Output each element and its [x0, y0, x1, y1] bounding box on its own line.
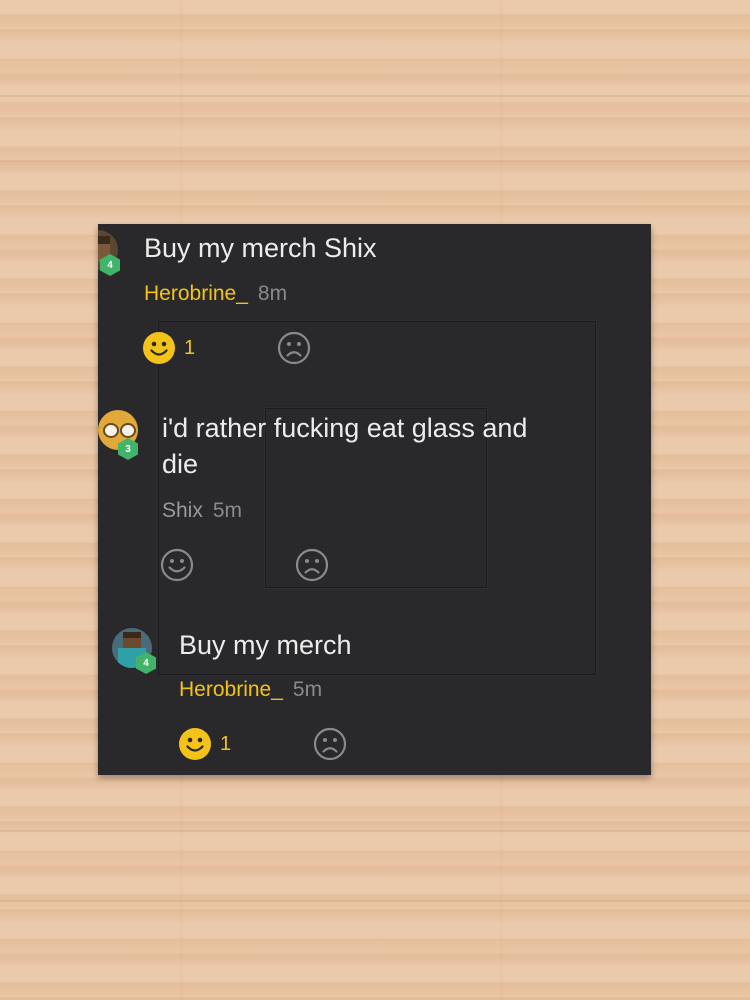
frown-face-icon [277, 331, 311, 365]
dislike-reaction[interactable] [295, 548, 329, 582]
author-name[interactable]: Herobrine_ [144, 282, 248, 305]
timestamp: 5m [212, 499, 243, 522]
comment-meta: Shix 5m [162, 499, 242, 523]
avatar[interactable]: 3 [98, 410, 138, 460]
comment-text: Buy my merch [179, 630, 352, 660]
comment-text-line-1: i'd rather fucking eat glass and [162, 413, 528, 443]
like-reaction[interactable]: 1 [178, 727, 231, 761]
frown-face-icon [313, 727, 347, 761]
frown-face-icon [295, 548, 329, 582]
comment-text: Buy my merch Shix [144, 233, 377, 263]
comment-item: 4 Buy my merch Shix Herobrine_ 8m 1 [98, 224, 651, 374]
comment-meta: Herobrine_ 5m [179, 678, 322, 702]
dislike-reaction[interactable] [277, 331, 311, 365]
timestamp: 5m [292, 678, 323, 701]
comment-meta: Herobrine_ 8m [144, 282, 287, 306]
like-count: 1 [184, 336, 196, 359]
author-name[interactable]: Shix [162, 499, 203, 522]
smiley-face-icon [179, 728, 211, 760]
comment-thread-blanket: 4 Buy my merch Shix Herobrine_ 8m 1 3 i'… [98, 224, 651, 775]
comment-item: 4 Buy my merch Herobrine_ 5m 1 [98, 624, 651, 774]
avatar[interactable]: 4 [98, 230, 120, 276]
smiley-face-icon [160, 548, 194, 582]
comment-text-line-2: die [162, 449, 199, 479]
dislike-reaction[interactable] [313, 727, 347, 761]
smiley-face-icon [143, 332, 175, 364]
like-count: 1 [220, 732, 232, 755]
timestamp: 8m [257, 282, 288, 305]
comment-item: 3 i'd rather fucking eat glass and die S… [98, 404, 651, 594]
author-name[interactable]: Herobrine_ [179, 678, 283, 701]
avatar[interactable]: 4 [112, 628, 156, 674]
like-reaction[interactable] [160, 548, 194, 582]
like-reaction[interactable]: 1 [142, 331, 195, 365]
